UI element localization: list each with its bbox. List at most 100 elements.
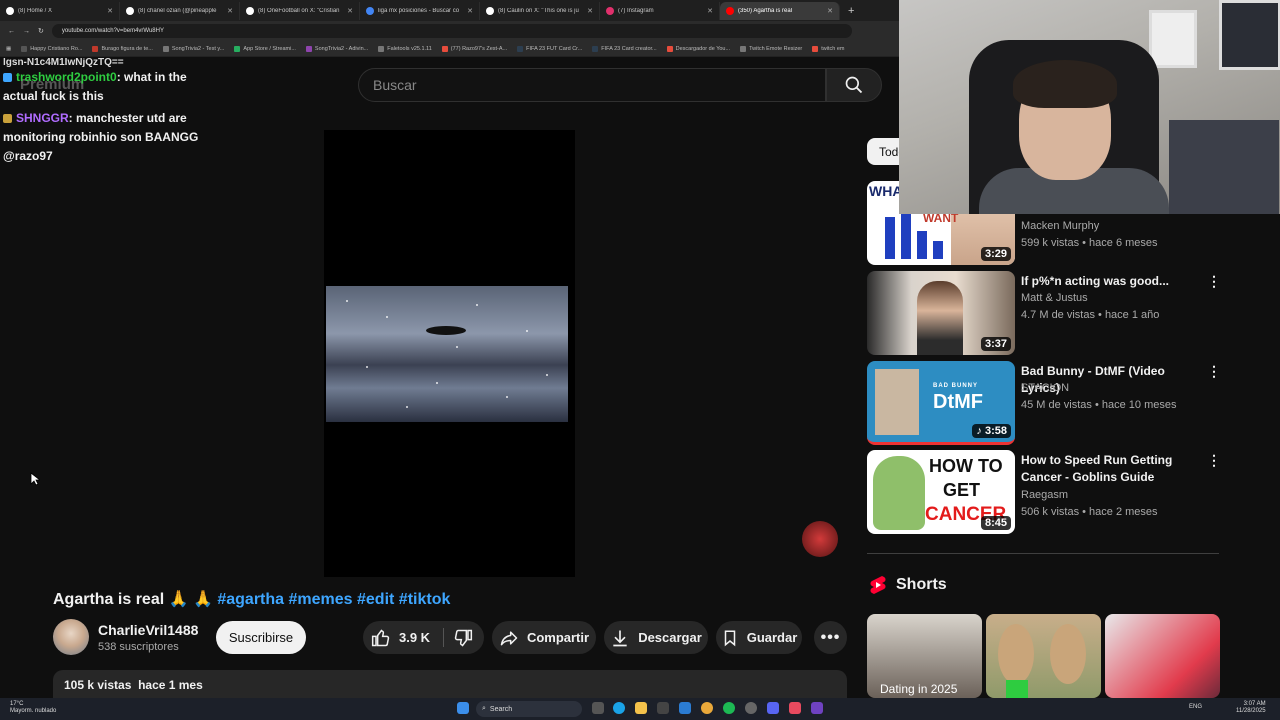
bookmark-item[interactable]: Happy Cristiano Ro... [21,45,82,52]
close-tab-icon[interactable]: ✕ [347,7,353,15]
windows-start-icon[interactable] [457,702,469,714]
share-button[interactable]: Compartir [492,621,596,654]
close-tab-icon[interactable]: ✕ [827,7,833,15]
recommendation-channel[interactable]: STACION [1021,382,1069,394]
recommendation-channel[interactable]: Raegasm [1021,489,1068,501]
thumbnail-text: DtMF [933,391,983,413]
recommended-video[interactable]: 3:37 If p%*n acting was good... Matt & J… [867,271,1222,355]
save-button[interactable]: Guardar [716,621,802,654]
bookmark-favicon-icon [234,45,241,52]
taskbar-search-label: Search [489,705,513,713]
close-tab-icon[interactable]: ✕ [707,7,713,15]
mail-icon[interactable] [679,702,691,714]
recommendation-meta: 45 M de vistas • hace 10 meses [1021,399,1177,411]
bookmark-favicon-icon [305,45,312,52]
file-explorer-icon[interactable] [635,702,647,714]
close-tab-icon[interactable]: ✕ [587,7,593,15]
system-clock[interactable]: 3:07 AM 11/28/2025 [1236,701,1266,715]
music-app-icon[interactable] [789,702,801,714]
subscribe-button[interactable]: Suscribirse [216,621,306,654]
thumbnail-text: WHA [869,183,903,199]
recommended-video[interactable]: HOW TO GET CANCER 8:45 How to Speed Run … [867,450,1222,534]
steam-icon[interactable] [745,702,757,714]
browser-tab[interactable]: (7) Instagram ✕ [600,1,720,20]
input-language[interactable]: ENG [1189,704,1202,710]
taskbar-search[interactable]: ⌕ Search [476,701,582,717]
recommendation-title[interactable]: How to Speed Run Getting Cancer - Goblin… [1021,452,1201,486]
bookmark-item[interactable]: Twitch Emote Resizer [740,45,802,52]
hashtag-link[interactable]: #edit [357,591,394,608]
kebab-menu-icon[interactable]: ⋮ [1207,363,1221,380]
close-tab-icon[interactable]: ✕ [227,7,233,15]
bookmark-item[interactable]: SongTrivia2 - Adivin... [305,45,368,52]
video-duration: ♪ 3:58 [972,424,1011,438]
bookmark-item[interactable]: FIFA 23 Card creator... [592,45,657,52]
bookmark-label: Descargador de You... [675,45,731,52]
calculator-icon[interactable] [657,702,669,714]
apps-icon[interactable]: ▦ [6,46,11,52]
download-icon [613,630,627,646]
bookmark-item[interactable]: twitch em [812,45,844,52]
browser-tab[interactable]: liga mx posiciones - Buscar co ✕ [360,1,480,20]
bookmark-favicon-icon [441,45,448,52]
search-input[interactable]: Buscar [358,68,826,102]
task-view-icon[interactable] [592,702,604,714]
bookmark-item[interactable]: Faletools v25.1.11 [378,45,432,52]
recommendation-channel[interactable]: Macken Murphy [1021,220,1099,232]
short-card[interactable]: Dating in 2025 [867,614,982,698]
recommendation-meta: 4.7 M de vistas • hace 1 año [1021,309,1160,321]
short-checkmark-icon [1006,680,1028,698]
snowflake [406,406,408,408]
more-actions-button[interactable]: ••• [814,621,847,654]
hashtag-link[interactable]: #agartha [217,591,284,608]
channel-avatar[interactable] [53,619,89,655]
edge-browser-icon[interactable] [613,702,625,714]
download-button[interactable]: Descargar [604,621,708,654]
like-divider [443,628,444,647]
dislike-button[interactable] [449,621,477,654]
search-button[interactable] [826,68,882,102]
url-field[interactable]: youtube.com/watch?v=bem4vrWu8HY [51,24,852,38]
forward-icon[interactable]: → [23,28,30,35]
background-bed [1169,120,1279,214]
bookmark-item[interactable]: SongTrivia2 - Test y... [162,45,224,52]
bookmark-item[interactable]: (77) Razo97's Zest-A... [441,45,507,52]
back-icon[interactable]: ← [8,28,15,35]
bookmark-item[interactable]: App Store / Streami... [234,45,296,52]
like-button[interactable]: 3.9 K [371,621,430,654]
webcam-overlay [899,0,1280,214]
chrome-icon[interactable] [701,702,713,714]
browser-tab[interactable]: (8) OneFootball on X: "Cristian ✕ [240,1,360,20]
short-figure [998,624,1034,684]
spotify-icon[interactable] [723,702,735,714]
weather-widget[interactable]: 17°C Mayorm. nublado [10,701,56,715]
browser-tab-active[interactable]: (350) Agartha is real ✕ [720,1,840,20]
hashtag-link[interactable]: #memes [289,591,353,608]
browser-tab[interactable]: (8) Home / X ✕ [0,1,120,20]
bookmark-item[interactable]: Burago figura de te... [92,45,153,52]
close-tab-icon[interactable]: ✕ [107,7,113,15]
bookmark-item[interactable]: FIFA 23 FUT Card Cr... [517,45,582,52]
hashtag-link[interactable]: #tiktok [399,591,451,608]
kebab-menu-icon[interactable]: ⋮ [1207,452,1221,469]
channel-name[interactable]: CharlieVril1488 [98,622,198,638]
new-tab-button[interactable]: + [848,5,854,17]
recommendation-channel[interactable]: Matt & Justus [1021,292,1088,304]
short-card[interactable] [1105,614,1220,698]
browser-tab[interactable]: (8) chanel ozian (@pineapple ✕ [120,1,240,20]
recommendation-title[interactable]: If p%*n acting was good... [1021,273,1201,290]
tab-title: (8) chanel ozian (@pineapple [138,7,217,14]
bookmark-item[interactable]: Descargador de You... [666,45,731,52]
more-horizontal-icon: ••• [820,628,841,646]
discord-icon[interactable] [767,702,779,714]
thumbnail-person [917,281,963,355]
kebab-menu-icon[interactable]: ⋮ [1207,273,1221,290]
tab-title: liga mx posiciones - Buscar co [378,7,460,14]
browser-tab[interactable]: (8) Caulin on X: "This one is ju ✕ [480,1,600,20]
reload-icon[interactable]: ↻ [38,27,44,35]
short-card[interactable] [986,614,1101,698]
recommended-video[interactable]: BAD BUNNY DtMF ♪ 3:58 Bad Bunny - DtMF (… [867,361,1222,445]
snowflake [456,346,458,348]
teams-icon[interactable] [811,702,823,714]
close-tab-icon[interactable]: ✕ [467,7,473,15]
